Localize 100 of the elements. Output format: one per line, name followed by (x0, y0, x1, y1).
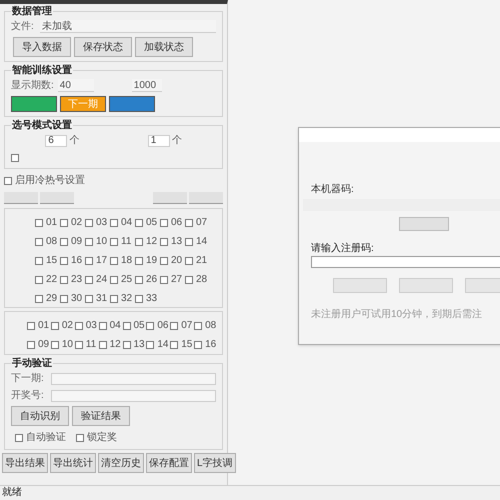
checkbox[interactable] (160, 218, 168, 226)
button[interactable]: 验证结果 (72, 406, 130, 426)
checkbox-label: 启用冷热号设置 (15, 174, 85, 188)
checkbox[interactable] (50, 322, 59, 330)
checkbox-label: 12 (146, 235, 158, 249)
checkbox[interactable] (185, 276, 193, 284)
button[interactable]: 导出结果 (2, 453, 48, 473)
checkbox-label: 08 (46, 235, 58, 249)
checkbox[interactable] (185, 256, 193, 264)
checkbox[interactable] (122, 340, 130, 348)
checkbox[interactable] (35, 218, 43, 226)
checkbox[interactable] (85, 276, 93, 284)
checkbox-label: 25 (121, 273, 132, 287)
checkbox[interactable] (74, 340, 83, 348)
button[interactable]: 导入数据 (13, 37, 71, 57)
checkbox[interactable] (60, 218, 68, 226)
checkbox-label: 10 (62, 338, 73, 352)
checkbox[interactable] (85, 256, 93, 264)
checkbox[interactable] (194, 340, 202, 348)
button[interactable]: 导出统计 (50, 453, 96, 473)
checkbox[interactable] (35, 238, 43, 246)
button[interactable]: 自动识别 (11, 406, 69, 426)
checkbox[interactable] (15, 434, 23, 442)
button[interactable]: 保存状态 (74, 37, 132, 57)
checkbox[interactable] (35, 276, 43, 284)
text-field[interactable]: 未加载 (40, 20, 216, 33)
checkbox[interactable] (170, 340, 178, 348)
checkbox-label: 30 (71, 292, 82, 306)
button[interactable]: 清空历史 (98, 453, 144, 473)
checkbox[interactable] (60, 294, 68, 302)
checkbox-label: 02 (71, 216, 82, 230)
checkbox[interactable] (76, 434, 84, 442)
checkbox-label: 05 (134, 319, 145, 333)
checkbox[interactable] (85, 294, 93, 302)
checkbox[interactable] (110, 294, 118, 302)
trial-note: 未注册用户可试用10分钟，到期后需注 (311, 308, 484, 322)
checkbox[interactable] (170, 322, 178, 330)
checkbox[interactable] (110, 238, 118, 246)
checkbox[interactable] (135, 294, 143, 302)
checkbox[interactable] (146, 322, 154, 330)
checkbox-label: 17 (96, 254, 108, 268)
checkbox[interactable] (135, 276, 143, 284)
checkbox[interactable] (110, 256, 118, 264)
checkbox[interactable] (85, 238, 93, 246)
checkbox[interactable] (110, 276, 118, 284)
checkbox-label: 11 (86, 338, 96, 352)
checkbox[interactable] (160, 276, 168, 284)
checkbox[interactable] (146, 340, 154, 348)
checkbox[interactable] (85, 218, 93, 226)
text-field[interactable] (51, 372, 216, 384)
checkbox[interactable] (135, 218, 143, 226)
checkbox[interactable] (122, 322, 130, 330)
checkbox-label: 02 (62, 319, 73, 333)
checkbox-label: 07 (181, 319, 192, 333)
button[interactable]: 保存配置 (146, 453, 192, 473)
checkbox-label: 14 (196, 235, 208, 249)
checkbox[interactable] (98, 340, 107, 348)
checkbox[interactable] (4, 176, 12, 184)
checkbox[interactable] (60, 276, 68, 284)
checkbox-label: 27 (171, 273, 182, 287)
file-label: 文件: (11, 20, 34, 34)
checkbox-label: 15 (181, 338, 192, 352)
checkbox[interactable] (135, 256, 143, 264)
checkbox[interactable] (135, 238, 143, 246)
checkbox[interactable] (60, 238, 68, 246)
checkbox[interactable] (110, 218, 118, 226)
checkbox[interactable] (50, 340, 59, 348)
checkbox-label: 28 (196, 273, 208, 287)
checkbox[interactable] (35, 294, 43, 302)
checkbox-label: 26 (146, 273, 158, 287)
text-field[interactable]: 40 (58, 79, 94, 92)
checkbox-label: 03 (96, 216, 108, 230)
checkbox-label: 锁定奖 (87, 430, 117, 445)
checkbox-label: 23 (71, 273, 82, 287)
text-field[interactable]: 1000 (132, 79, 162, 92)
checkbox[interactable] (98, 322, 107, 330)
checkbox-label: 06 (157, 319, 168, 333)
field-label: 开奖号: (11, 389, 45, 403)
spinner-field[interactable]: 6 (45, 134, 68, 146)
checkbox[interactable] (27, 340, 35, 348)
button[interactable]: 加载状态 (135, 37, 193, 57)
checkbox-label: 04 (110, 319, 121, 333)
checkbox[interactable] (27, 322, 35, 330)
checkbox-label: 22 (46, 273, 58, 287)
action-button[interactable] (11, 96, 57, 112)
checkbox[interactable] (11, 154, 19, 162)
checkbox[interactable] (160, 256, 168, 264)
checkbox[interactable] (60, 256, 68, 264)
checkbox[interactable] (185, 238, 193, 246)
checkbox[interactable] (35, 256, 43, 264)
field-label: 下一期: (11, 372, 45, 386)
checkbox[interactable] (74, 322, 83, 330)
button[interactable]: L字技调 (194, 453, 236, 473)
register-field[interactable] (311, 256, 500, 268)
spinner-field[interactable]: 1 (148, 134, 170, 146)
checkbox[interactable] (160, 238, 168, 246)
checkbox[interactable] (185, 218, 193, 226)
text-field[interactable] (51, 390, 216, 402)
checkbox[interactable] (194, 322, 202, 330)
checkbox-label: 14 (157, 338, 168, 352)
